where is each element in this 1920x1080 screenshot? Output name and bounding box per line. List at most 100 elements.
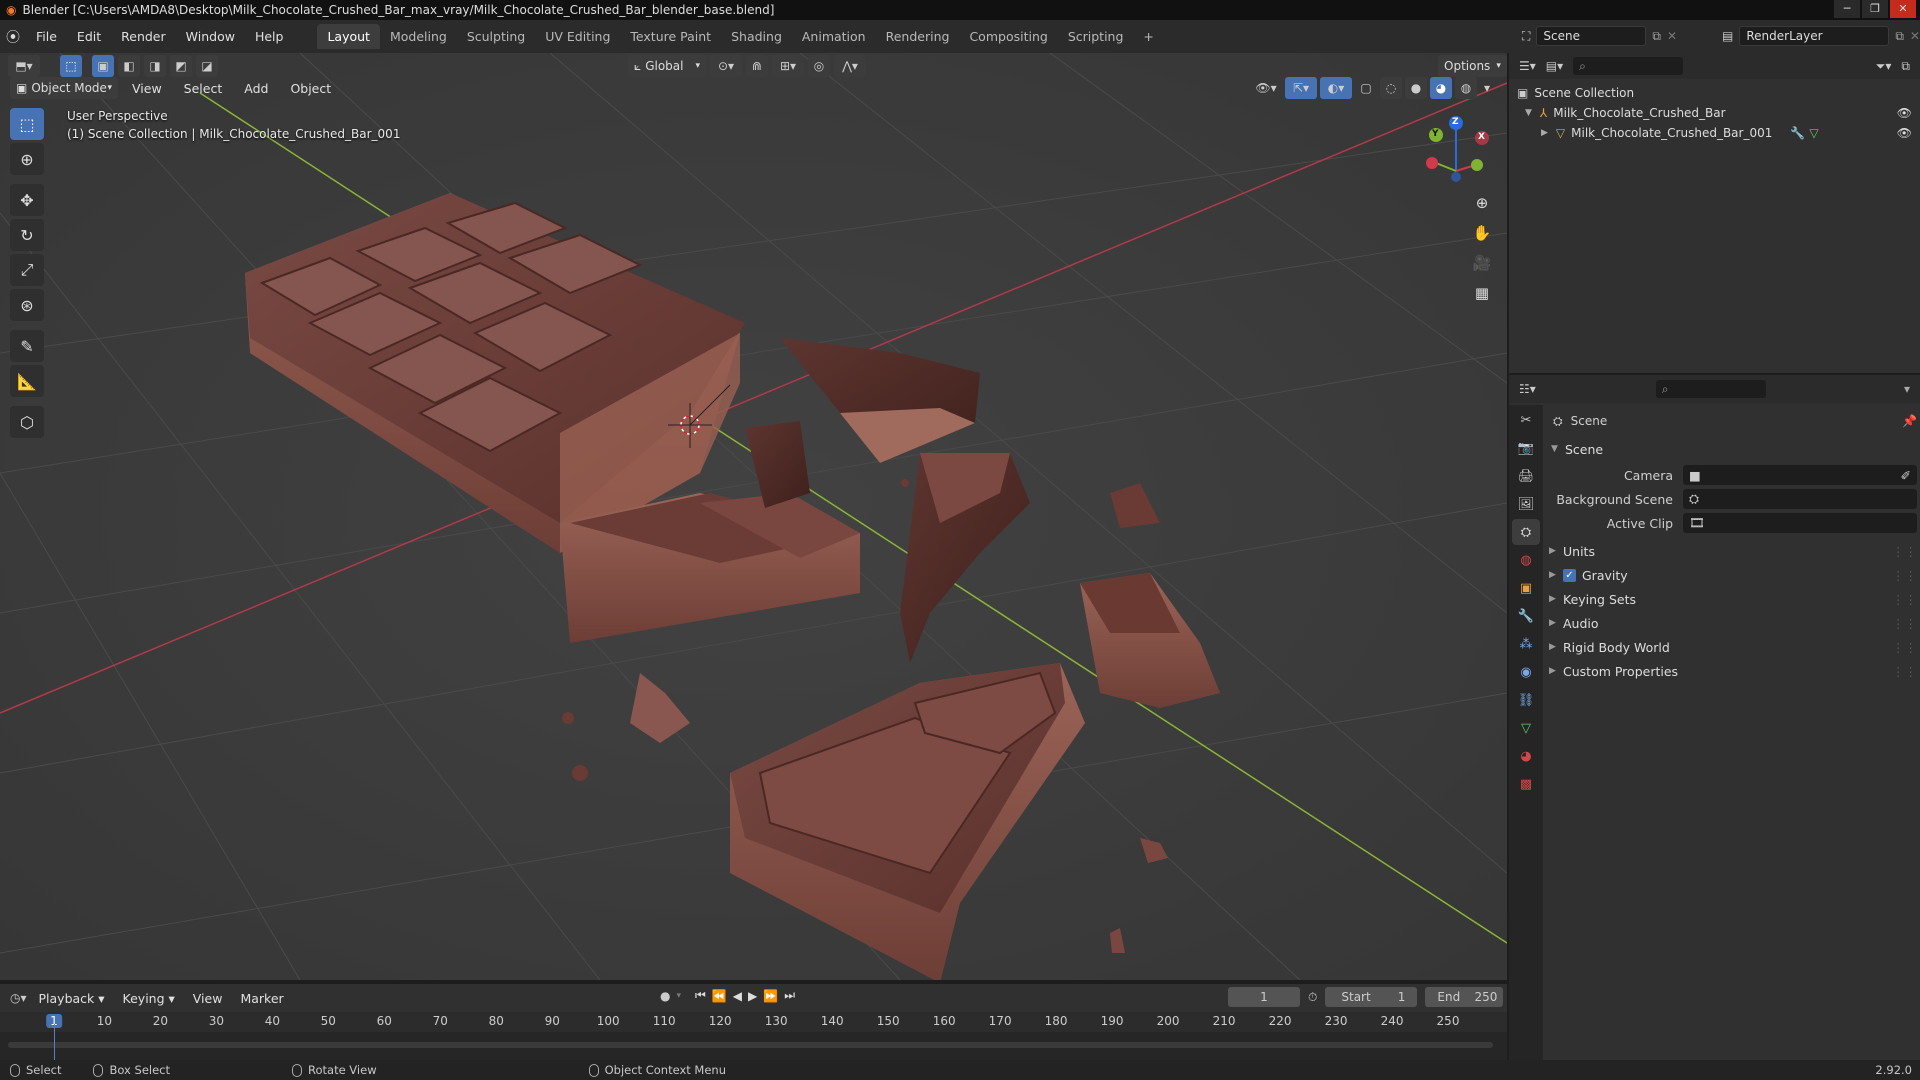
- scene-field[interactable]: Scene: [1536, 26, 1647, 46]
- viewport-menu-object[interactable]: Object: [282, 81, 339, 96]
- end-frame-field[interactable]: End 250: [1425, 987, 1504, 1007]
- properties-search-input[interactable]: ⌕: [1655, 380, 1766, 398]
- units-panel[interactable]: ▶ Units ⋮⋮: [1549, 539, 1917, 563]
- data-tab-icon[interactable]: ▽: [1512, 715, 1540, 741]
- timeline-editor-type-icon[interactable]: ◷▾: [10, 991, 27, 1005]
- outliner-row-collection[interactable]: ▼ ⅄ Milk_Chocolate_Crushed_Bar 👁: [1517, 103, 1912, 123]
- particles-tab-icon[interactable]: ⁂: [1512, 631, 1540, 657]
- gravity-panel[interactable]: ▶ ✓ Gravity ⋮⋮: [1549, 563, 1917, 587]
- transform-icon[interactable]: ⊛: [10, 289, 44, 321]
- new-collection-icon[interactable]: ⧉: [1901, 59, 1910, 74]
- menu-edit[interactable]: Edit: [67, 29, 111, 44]
- rotate-icon[interactable]: ↻: [10, 219, 44, 251]
- output-tab-icon[interactable]: 🖨: [1512, 463, 1540, 489]
- select-invert-icon[interactable]: ◪: [196, 55, 218, 77]
- gravity-checkbox[interactable]: ✓: [1563, 568, 1576, 582]
- tool-tab-icon[interactable]: ✂: [1512, 407, 1540, 433]
- annotate-icon[interactable]: ✎: [10, 330, 44, 362]
- timeline-menu-view[interactable]: View: [187, 991, 229, 1006]
- material-tab-icon[interactable]: ◕: [1512, 743, 1540, 769]
- preview-range-clock-icon[interactable]: ⏱: [1308, 990, 1317, 1005]
- custom-properties-panel[interactable]: ▶ Custom Properties ⋮⋮: [1549, 659, 1917, 683]
- outliner-row-scene-collection[interactable]: ▣ Scene Collection: [1517, 83, 1912, 103]
- filter-icon[interactable]: ⏷▾: [1876, 59, 1892, 74]
- properties-editor-type-icon[interactable]: ☷▾: [1519, 382, 1536, 396]
- new-scene-icon[interactable]: ⧉: [1652, 29, 1661, 44]
- timeline-menu-playback[interactable]: Playback ▾: [33, 991, 111, 1006]
- drag-handle-icon[interactable]: ⋮⋮: [1892, 664, 1917, 679]
- timeline-track[interactable]: [0, 1032, 1507, 1062]
- xray-icon[interactable]: ▢: [1355, 77, 1377, 99]
- rigid-body-world-panel[interactable]: ▶ Rigid Body World ⋮⋮: [1549, 635, 1917, 659]
- tab-shading[interactable]: Shading: [721, 24, 792, 49]
- tab-compositing[interactable]: Compositing: [959, 24, 1057, 49]
- proportional-edit-icon[interactable]: ◎: [808, 55, 830, 77]
- editor-type-icon[interactable]: ⬒▾: [8, 55, 40, 77]
- snap-increment-icon[interactable]: ⊞▾: [772, 55, 804, 77]
- select-intersect-icon[interactable]: ◩: [170, 55, 192, 77]
- blender-menu-icon[interactable]: ⦿: [6, 27, 20, 47]
- outliner-editor-type-icon[interactable]: ☰▾: [1519, 59, 1536, 73]
- overlay-toggle-icon[interactable]: ◐▾: [1320, 77, 1352, 99]
- select-subtract-icon[interactable]: ◨: [144, 55, 166, 77]
- keying-sets-panel[interactable]: ▶ Keying Sets ⋮⋮: [1549, 587, 1917, 611]
- tab-animation[interactable]: Animation: [792, 24, 876, 49]
- minimize-button[interactable]: ─: [1834, 0, 1860, 18]
- scene-icon[interactable]: ⛶: [1522, 29, 1530, 44]
- viewport-menu-view[interactable]: View: [124, 81, 170, 96]
- select-new-icon[interactable]: ▣: [92, 55, 114, 77]
- drag-handle-icon[interactable]: ⋮⋮: [1892, 616, 1917, 631]
- camera-view-icon[interactable]: 🎥: [1468, 249, 1496, 277]
- cursor-icon[interactable]: ⊕: [10, 143, 44, 175]
- drag-handle-icon[interactable]: ⋮⋮: [1892, 568, 1917, 583]
- add-workspace-plus-icon[interactable]: +: [1133, 24, 1163, 49]
- eyedropper-icon[interactable]: ✐: [1901, 468, 1911, 483]
- wireframe-shading-icon[interactable]: ◌: [1380, 77, 1402, 99]
- world-tab-icon[interactable]: ◍: [1512, 547, 1540, 573]
- pan-hand-icon[interactable]: ✋: [1468, 219, 1496, 247]
- mesh-data-icon[interactable]: ▽: [1809, 126, 1818, 140]
- tab-modeling[interactable]: Modeling: [380, 24, 457, 49]
- add-cube-icon[interactable]: ⬡: [10, 406, 44, 438]
- select-mode-icon[interactable]: ⬚: [60, 55, 82, 77]
- visibility-eye-icon[interactable]: 👁: [1897, 106, 1912, 120]
- next-keyframe-icon[interactable]: ⏩: [763, 989, 778, 1003]
- timeline-menu-keying[interactable]: Keying ▾: [117, 991, 181, 1006]
- prev-keyframe-icon[interactable]: ⏪: [712, 989, 727, 1003]
- renderlayer-field[interactable]: RenderLayer: [1739, 26, 1890, 46]
- select-extend-icon[interactable]: ◧: [118, 55, 140, 77]
- tab-texture-paint[interactable]: Texture Paint: [620, 24, 721, 49]
- render-tab-icon[interactable]: 📷: [1512, 435, 1540, 461]
- shading-options-chevron-icon[interactable]: ▾: [1480, 77, 1494, 99]
- outliner-row-object[interactable]: ▶ ▽ Milk_Chocolate_Crushed_Bar_001 🔧 ▽ 👁: [1517, 123, 1912, 143]
- tab-rendering[interactable]: Rendering: [876, 24, 960, 49]
- object-tab-icon[interactable]: ▣: [1512, 575, 1540, 601]
- timeline-scrollbar[interactable]: [8, 1042, 1493, 1048]
- play-reverse-icon[interactable]: ◀: [733, 989, 742, 1003]
- scale-icon[interactable]: ⤢: [10, 254, 44, 286]
- active-clip-field[interactable]: 🎞: [1683, 513, 1917, 533]
- modifier-tab-icon[interactable]: 🔧: [1512, 603, 1540, 629]
- expand-arrow-icon[interactable]: ▼: [1525, 108, 1532, 118]
- gizmo-toggle-icon[interactable]: ⇱▾: [1285, 77, 1317, 99]
- background-scene-field[interactable]: ⛭: [1683, 489, 1917, 509]
- options-dropdown[interactable]: Options ▾: [1438, 55, 1507, 77]
- ortho-grid-icon[interactable]: ▦: [1468, 279, 1496, 307]
- visibility-eye-icon[interactable]: 👁: [1897, 126, 1912, 140]
- scene-section-header[interactable]: ▼ Scene: [1549, 437, 1917, 461]
- tab-uv-editing[interactable]: UV Editing: [535, 24, 620, 49]
- new-renderlayer-icon[interactable]: ⧉: [1895, 29, 1904, 44]
- material-preview-icon[interactable]: ◕: [1430, 77, 1452, 99]
- rendered-shading-icon[interactable]: ◍: [1455, 77, 1477, 99]
- drag-handle-icon[interactable]: ⋮⋮: [1892, 544, 1917, 559]
- jump-end-icon[interactable]: ⏭: [784, 988, 795, 1003]
- visibility-eye-icon[interactable]: 👁▾: [1250, 77, 1282, 99]
- mode-dropdown[interactable]: ▣ Object Mode ▾: [10, 77, 118, 99]
- snap-magnet-icon[interactable]: ⋒: [746, 55, 768, 77]
- maximize-button[interactable]: ❐: [1862, 0, 1888, 18]
- outliner-display-mode-icon[interactable]: ▤▾: [1546, 59, 1563, 73]
- outliner-search-input[interactable]: ⌕: [1573, 57, 1684, 75]
- auto-key-chevron-icon[interactable]: ▾: [676, 991, 681, 1001]
- delete-renderlayer-icon[interactable]: ✕: [1910, 29, 1920, 43]
- timeline-ruler[interactable]: 1 10 20 30 40 50 60 70 80 90 100 110 120 130 140 150 160…: [0, 1012, 1507, 1032]
